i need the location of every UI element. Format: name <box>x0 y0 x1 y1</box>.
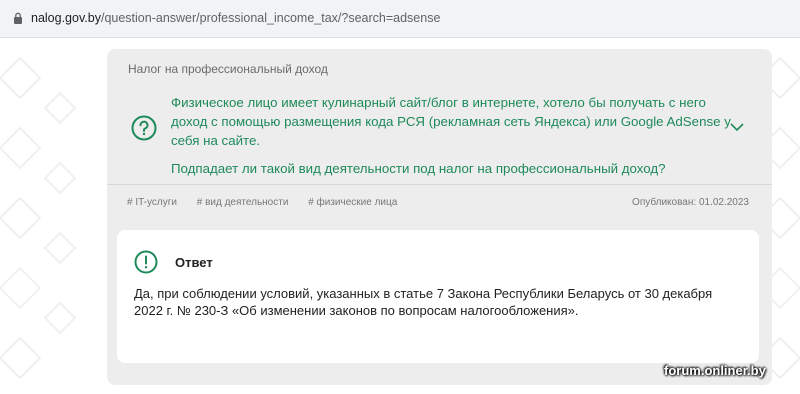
url-text[interactable]: nalog.gov.by/question-answer/professiona… <box>31 11 440 25</box>
answer-title: Ответ <box>175 255 213 270</box>
chevron-down-icon[interactable] <box>729 121 745 133</box>
category-label: Налог на профессиональный доход <box>128 62 328 76</box>
tag-activity-type[interactable]: # вид деятельности <box>197 197 289 208</box>
url-host: nalog.gov.by <box>31 11 101 25</box>
lock-icon[interactable] <box>13 12 23 24</box>
watermark: forum.onliner.by <box>664 363 766 378</box>
address-bar[interactable]: nalog.gov.by/question-answer/professiona… <box>0 0 800 38</box>
question-circle-icon <box>131 115 157 141</box>
tag-individuals[interactable]: # физические лица <box>308 197 397 208</box>
answer-card: Ответ Да, при соблюдении условий, указан… <box>117 230 759 363</box>
question-paragraph-1: Физическое лицо имеет кулинарный сайт/бл… <box>171 95 731 148</box>
exclamation-circle-icon <box>134 250 158 274</box>
ornament-left <box>0 56 77 380</box>
question-paragraph-2: Подпадает ли такой вид деятельности под … <box>171 161 666 176</box>
tag-list: # IT-услуги # вид деятельности # физичес… <box>127 197 414 208</box>
answer-text: Да, при соблюдении условий, указанных в … <box>134 286 713 318</box>
url-path: /question-answer/professional_income_tax… <box>100 11 441 25</box>
question-text[interactable]: Физическое лицо имеет кулинарный сайт/бл… <box>171 93 731 178</box>
divider <box>107 184 772 185</box>
tag-it-services[interactable]: # IT-услуги <box>127 197 177 208</box>
published-date: Опубликован: 01.02.2023 <box>632 197 749 208</box>
question-card: Налог на профессиональный доход Физическ… <box>107 49 772 385</box>
